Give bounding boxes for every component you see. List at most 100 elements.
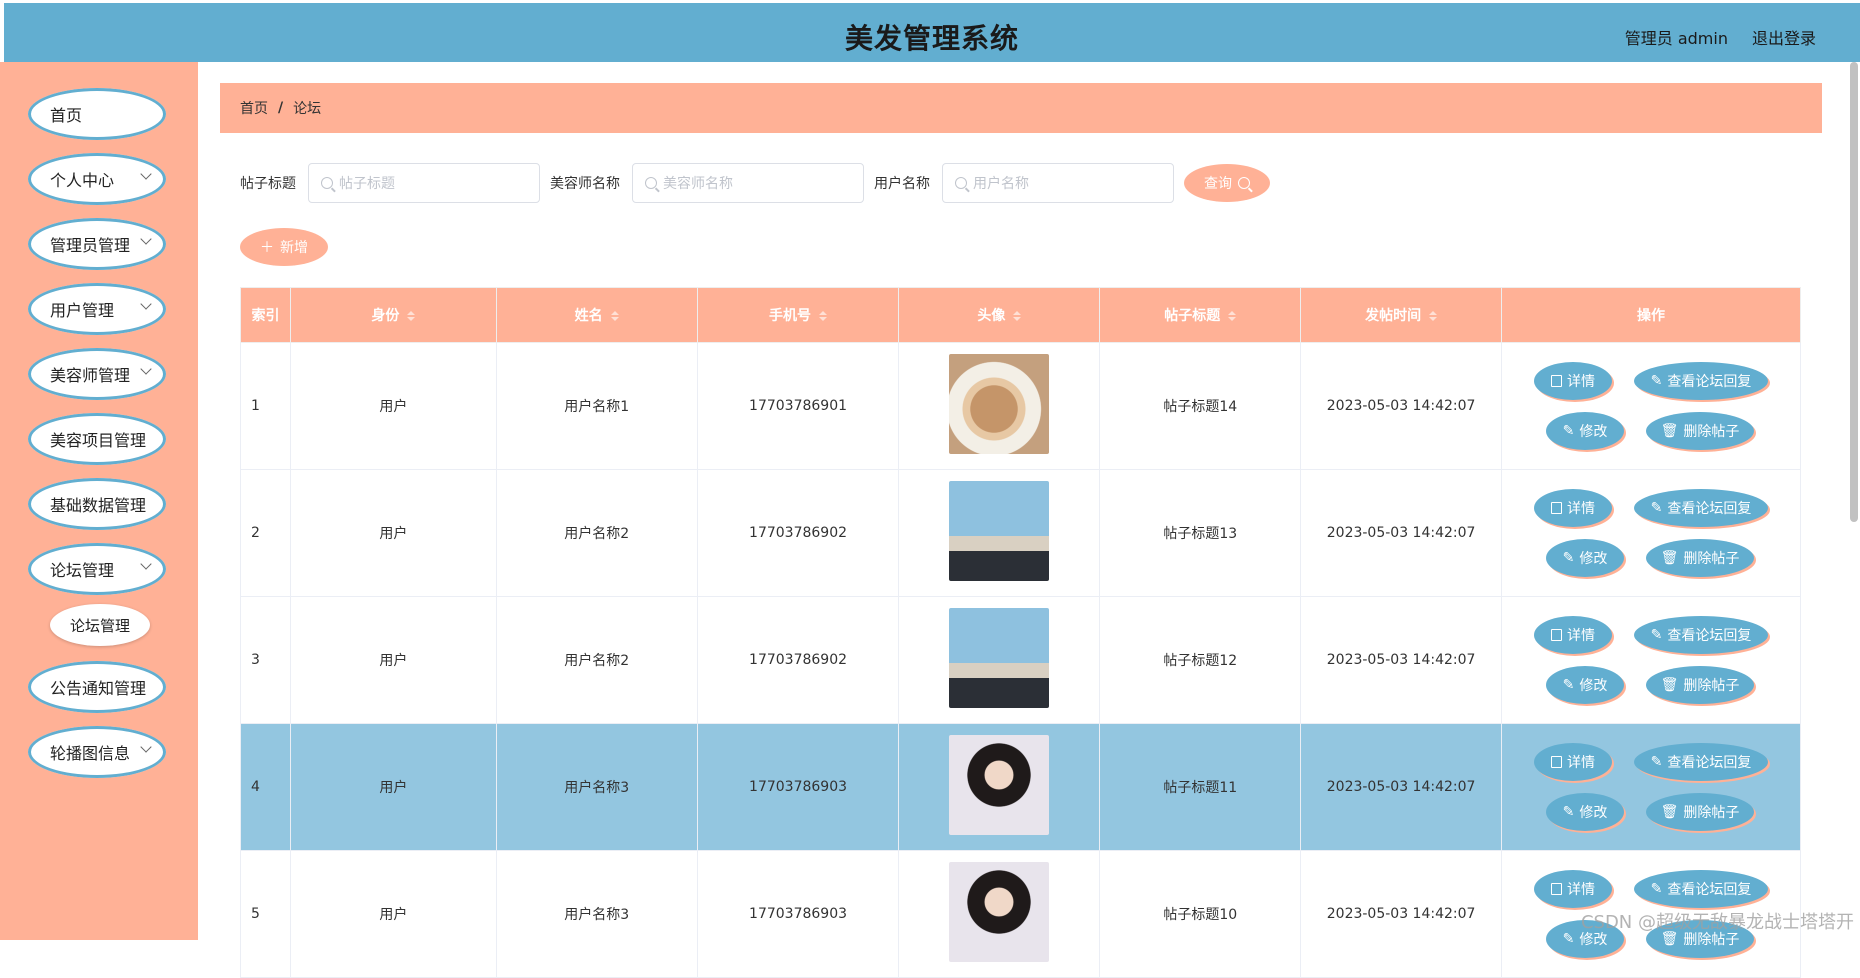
sidebar-item-admins[interactable]: 管理员管理 xyxy=(28,218,166,270)
woman-avatar xyxy=(949,735,1049,835)
sidebar-item-label: 用户管理 xyxy=(50,297,114,321)
cell-phone: 17703786903 xyxy=(697,851,899,978)
detail-button[interactable]: 详情 xyxy=(1534,489,1612,527)
col-avatar[interactable]: 头像 xyxy=(899,288,1100,343)
view-replies-button[interactable]: ✎查看论坛回复 xyxy=(1634,616,1768,654)
sidebar-item-users[interactable]: 用户管理 xyxy=(28,283,166,335)
man-avatar xyxy=(949,608,1049,708)
trash-icon: 🗑 xyxy=(1661,550,1679,566)
chevron-down-icon xyxy=(140,298,151,309)
table-header-row: 索引 身份 姓名 手机号 头像 帖子标题 发帖时间 操作 xyxy=(241,288,1801,343)
table-row: 2 用户 用户名称2 17703786902 帖子标题13 2023-05-03… xyxy=(241,470,1801,597)
user-search-input[interactable]: 用户名称 xyxy=(942,163,1174,203)
table-row: 5 用户 用户名称3 17703786903 帖子标题10 2023-05-03… xyxy=(241,851,1801,978)
view-replies-button[interactable]: ✎查看论坛回复 xyxy=(1634,362,1768,400)
cell-index: 4 xyxy=(241,724,291,851)
pencil-icon: ✎ xyxy=(1651,754,1663,770)
detail-button[interactable]: 详情 xyxy=(1534,362,1612,400)
cell-time: 2023-05-03 14:42:07 xyxy=(1301,470,1502,597)
add-button[interactable]: ＋新增 xyxy=(240,228,328,266)
cell-name: 用户名称3 xyxy=(496,724,697,851)
sort-icon[interactable] xyxy=(1427,311,1437,321)
edit-button[interactable]: ✎修改 xyxy=(1546,666,1624,704)
user-label: 用户名称 xyxy=(874,173,930,193)
cell-actions: 详情 ✎查看论坛回复 ✎修改 🗑删除帖子 xyxy=(1502,597,1801,724)
delete-button[interactable]: 🗑删除帖子 xyxy=(1646,412,1754,450)
query-button[interactable]: 查询 xyxy=(1184,164,1270,202)
sidebar-item-home[interactable]: 首页 xyxy=(28,88,166,140)
trash-icon: 🗑 xyxy=(1661,677,1679,693)
cell-title: 帖子标题11 xyxy=(1100,724,1301,851)
document-icon xyxy=(1551,629,1562,641)
cell-phone: 17703786902 xyxy=(697,597,899,724)
search-icon xyxy=(955,177,967,189)
cell-time: 2023-05-03 14:42:07 xyxy=(1301,597,1502,724)
sidebar-item-stylists[interactable]: 美容师管理 xyxy=(28,348,166,400)
search-icon xyxy=(321,177,333,189)
watermark: CSDN @超级无敌暴龙战士塔塔开 xyxy=(1581,908,1854,934)
header-user-area: 管理员 admin 退出登录 xyxy=(1625,25,1816,49)
sidebar-subitem-forum[interactable]: 论坛管理 xyxy=(50,604,150,646)
sort-icon[interactable] xyxy=(1011,311,1021,321)
sidebar-item-base-data[interactable]: 基础数据管理 xyxy=(28,478,166,530)
detail-button[interactable]: 详情 xyxy=(1534,870,1612,908)
cell-title: 帖子标题14 xyxy=(1100,343,1301,470)
delete-button[interactable]: 🗑删除帖子 xyxy=(1646,666,1754,704)
cell-index: 3 xyxy=(241,597,291,724)
sidebar-item-projects[interactable]: 美容项目管理 xyxy=(28,413,166,465)
trash-icon: 🗑 xyxy=(1661,804,1679,820)
detail-button[interactable]: 详情 xyxy=(1534,743,1612,781)
logout-link[interactable]: 退出登录 xyxy=(1752,25,1816,49)
title-search-input[interactable]: 帖子标题 xyxy=(308,163,540,203)
pencil-icon: ✎ xyxy=(1563,677,1575,693)
pencil-icon: ✎ xyxy=(1651,500,1663,516)
pencil-icon: ✎ xyxy=(1651,627,1663,643)
add-label: 新增 xyxy=(280,237,308,257)
delete-button[interactable]: 🗑删除帖子 xyxy=(1646,793,1754,831)
breadcrumb-home[interactable]: 首页 xyxy=(240,98,268,118)
sidebar-item-label: 基础数据管理 xyxy=(50,492,146,516)
sort-icon[interactable] xyxy=(405,311,415,321)
col-time[interactable]: 发帖时间 xyxy=(1301,288,1502,343)
sidebar-item-profile[interactable]: 个人中心 xyxy=(28,153,166,205)
sidebar-item-label: 轮播图信息 xyxy=(50,740,130,764)
trash-icon: 🗑 xyxy=(1661,423,1679,439)
edit-button[interactable]: ✎修改 xyxy=(1546,793,1624,831)
cell-actions: 详情 ✎查看论坛回复 ✎修改 🗑删除帖子 xyxy=(1502,343,1801,470)
view-replies-button[interactable]: ✎查看论坛回复 xyxy=(1634,743,1768,781)
sidebar-item-carousel[interactable]: 轮播图信息 xyxy=(28,726,166,778)
cell-name: 用户名称2 xyxy=(496,470,697,597)
detail-button[interactable]: 详情 xyxy=(1534,616,1612,654)
edit-button[interactable]: ✎修改 xyxy=(1546,412,1624,450)
sort-icon[interactable] xyxy=(609,311,619,321)
cell-name: 用户名称3 xyxy=(496,851,697,978)
cell-avatar xyxy=(899,724,1100,851)
col-title[interactable]: 帖子标题 xyxy=(1100,288,1301,343)
cell-phone: 17703786903 xyxy=(697,724,899,851)
chevron-down-icon xyxy=(140,558,151,569)
col-role[interactable]: 身份 xyxy=(290,288,496,343)
sidebar-item-notices[interactable]: 公告通知管理 xyxy=(28,661,166,713)
search-icon xyxy=(1238,177,1250,189)
col-phone[interactable]: 手机号 xyxy=(697,288,899,343)
user-placeholder: 用户名称 xyxy=(973,173,1029,193)
sort-icon[interactable] xyxy=(817,311,827,321)
sidebar-item-forum[interactable]: 论坛管理 xyxy=(28,543,166,595)
document-icon xyxy=(1551,883,1562,895)
col-name[interactable]: 姓名 xyxy=(496,288,697,343)
breadcrumb-separator: / xyxy=(278,100,283,116)
view-replies-button[interactable]: ✎查看论坛回复 xyxy=(1634,870,1768,908)
delete-button[interactable]: 🗑删除帖子 xyxy=(1646,539,1754,577)
cell-avatar xyxy=(899,343,1100,470)
edit-button[interactable]: ✎修改 xyxy=(1546,539,1624,577)
chevron-down-icon xyxy=(140,168,151,179)
sort-icon[interactable] xyxy=(1226,311,1236,321)
view-replies-button[interactable]: ✎查看论坛回复 xyxy=(1634,489,1768,527)
scrollbar[interactable] xyxy=(1850,62,1858,522)
woman-avatar xyxy=(949,862,1049,962)
cell-time: 2023-05-03 14:42:07 xyxy=(1301,724,1502,851)
sidebar-item-label: 美容项目管理 xyxy=(50,427,146,451)
stylist-search-input[interactable]: 美容师名称 xyxy=(632,163,864,203)
top-header: 美发管理系统 管理员 admin 退出登录 xyxy=(0,0,1860,62)
table-row: 3 用户 用户名称2 17703786902 帖子标题12 2023-05-03… xyxy=(241,597,1801,724)
